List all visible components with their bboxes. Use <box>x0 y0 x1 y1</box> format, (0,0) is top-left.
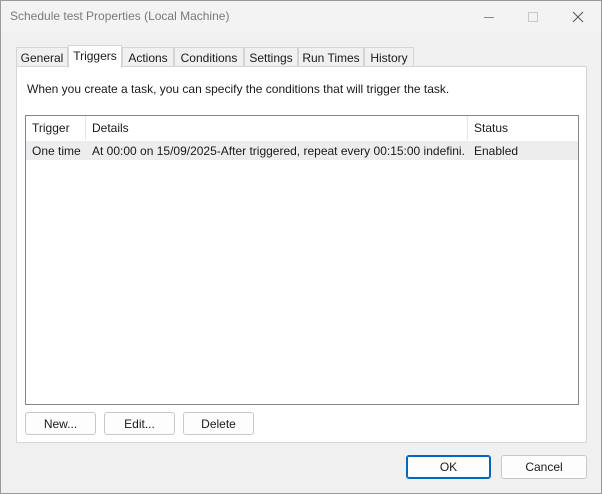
tab-general[interactable]: General <box>16 47 68 67</box>
status-cell: Enabled <box>474 144 519 158</box>
maximize-icon <box>528 11 538 22</box>
maximize-button <box>510 1 556 32</box>
column-header-trigger[interactable]: Trigger <box>26 116 86 140</box>
trigger-cell: One time <box>32 144 81 158</box>
table-row[interactable]: One time At 00:00 on 15/09/2025-After tr… <box>26 141 578 160</box>
list-header: Trigger Details Status <box>26 116 578 140</box>
edit-trigger-button[interactable]: Edit... <box>104 412 175 435</box>
close-icon <box>572 11 584 22</box>
triggers-panel: When you create a task, you can specify … <box>16 66 587 443</box>
close-button[interactable] <box>555 1 601 32</box>
ok-button[interactable]: OK <box>406 455 491 479</box>
delete-trigger-button[interactable]: Delete <box>183 412 254 435</box>
title-bar[interactable]: Schedule test Properties (Local Machine) <box>1 1 601 32</box>
tab-run-times[interactable]: Run Times <box>298 47 364 67</box>
minimize-button[interactable] <box>466 1 512 32</box>
tab-settings[interactable]: Settings <box>244 47 298 67</box>
cancel-button[interactable]: Cancel <box>501 455 587 479</box>
tab-actions[interactable]: Actions <box>122 47 174 67</box>
triggers-description: When you create a task, you can specify … <box>27 82 450 96</box>
tab-history[interactable]: History <box>364 47 414 67</box>
column-header-details[interactable]: Details <box>86 116 468 140</box>
window-title: Schedule test Properties (Local Machine) <box>10 9 230 23</box>
tab-conditions[interactable]: Conditions <box>174 47 244 67</box>
details-cell: At 00:00 on 15/09/2025-After triggered, … <box>92 144 464 158</box>
minimize-icon <box>484 16 494 18</box>
triggers-list[interactable]: Trigger Details Status One time At 00:00… <box>25 115 579 405</box>
properties-dialog: Schedule test Properties (Local Machine)… <box>0 0 602 494</box>
tab-triggers[interactable]: Triggers <box>68 45 122 68</box>
column-header-status[interactable]: Status <box>468 116 578 140</box>
new-trigger-button[interactable]: New... <box>25 412 96 435</box>
